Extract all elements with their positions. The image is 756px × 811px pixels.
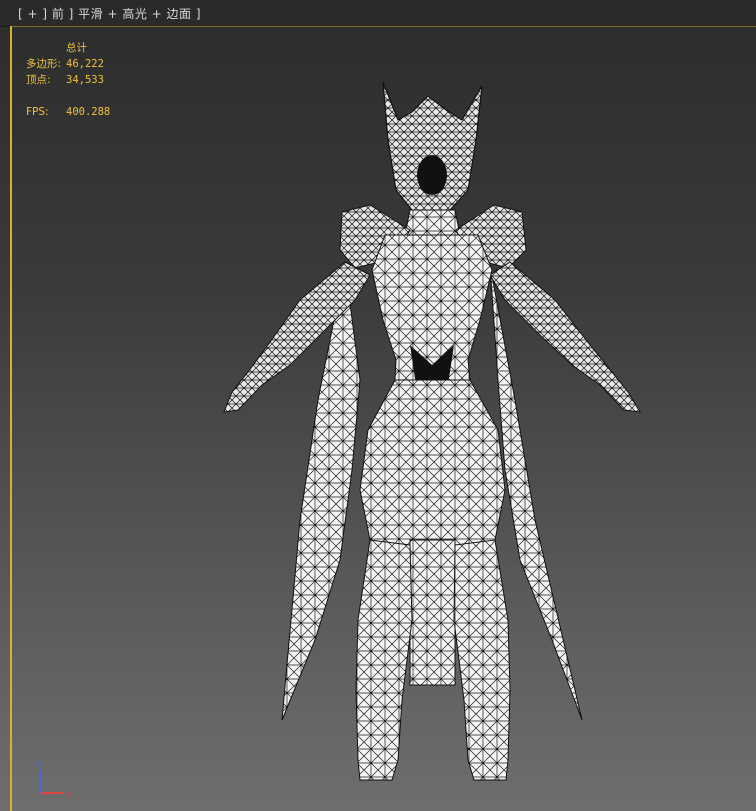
gizmo-x-label: x xyxy=(66,790,72,800)
character-wireframe-model[interactable] xyxy=(0,0,756,811)
axis-gizmo-icon: x z xyxy=(36,759,72,800)
gizmo-z-label: z xyxy=(36,759,41,769)
viewport-front[interactable]: [ + ] 前 ] 平滑 + 高光 + 边面 ] 总计 多边形: 46,222 顶… xyxy=(0,0,756,811)
